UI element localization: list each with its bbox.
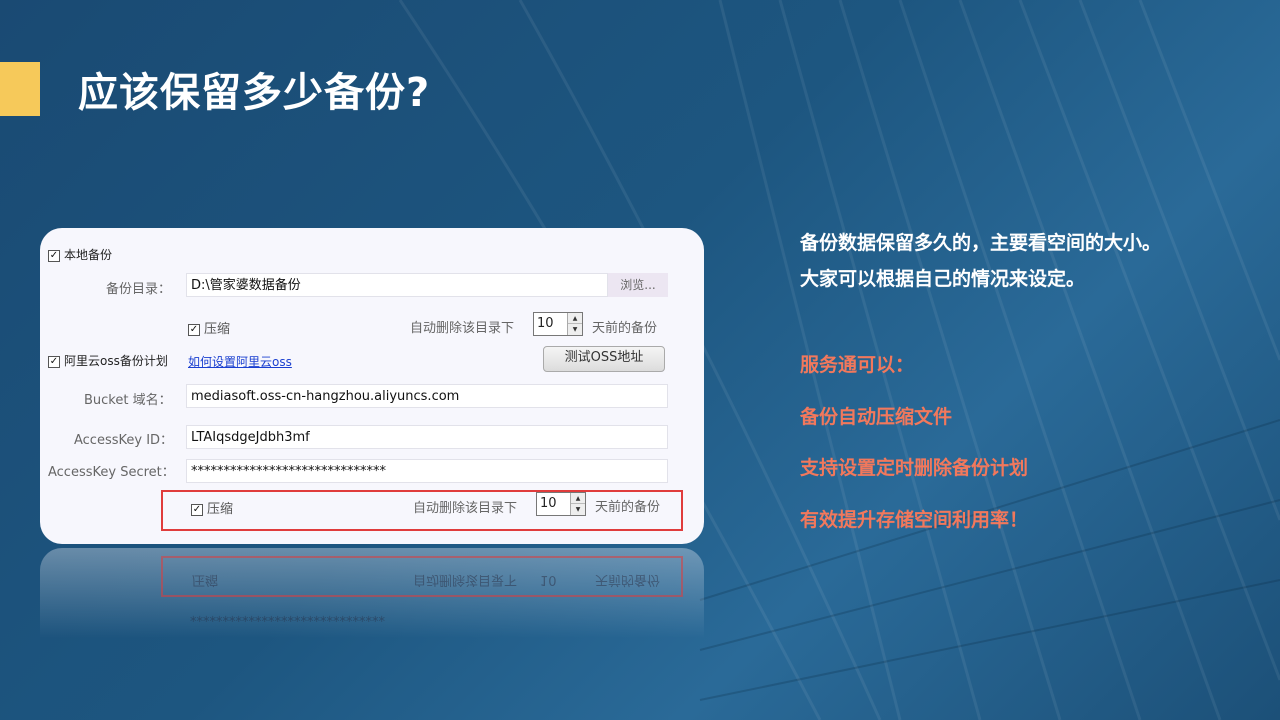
service-point-1: 备份自动压缩文件 (800, 406, 953, 428)
access-key-id-label: AccessKey ID： (74, 433, 174, 448)
side-line-1: 备份数据保留多久的，主要看空间的大小。 (800, 232, 1162, 254)
local-backup-label: 本地备份 (64, 248, 113, 262)
test-oss-button[interactable]: 测试OSS地址 (543, 346, 665, 372)
bucket-label: Bucket 域名： (84, 393, 172, 408)
title-accent-bar (0, 62, 40, 116)
oss-compress-checkbox[interactable]: ✓ (191, 503, 203, 516)
oss-stepper-up-icon[interactable]: ▲ (571, 493, 585, 504)
oss-auto-delete-days-stepper[interactable]: 10 ▲ ▼ (536, 492, 586, 516)
local-backup-option[interactable]: ✓ 本地备份 (48, 246, 112, 263)
auto-delete-prefix: 自动删除该目录下 (410, 321, 515, 336)
access-key-id-input[interactable]: LTAIqsdgeJdbh3mf (186, 425, 668, 449)
auto-delete-suffix: 天前的备份 (592, 321, 658, 336)
reflection-auto-delete-text: 自动删除该目录下 (413, 572, 518, 587)
service-point-3: 有效提升存储空间利用率！ (800, 509, 1029, 531)
side-line-2: 大家可以根据自己的情况来设定。 (800, 268, 1086, 290)
stepper-down-icon[interactable]: ▼ (568, 324, 582, 335)
auto-delete-days-stepper[interactable]: 10 ▲ ▼ (533, 312, 583, 336)
oss-howto-link-text[interactable]: 如何设置阿里云oss (188, 355, 292, 369)
local-compress-option[interactable]: ✓ 压缩 (188, 318, 230, 337)
local-backup-checkbox[interactable]: ✓ (48, 249, 60, 262)
access-key-secret-label: AccessKey Secret： (48, 465, 175, 480)
reflection-compress-text: 压缩 (192, 572, 219, 587)
oss-auto-delete-prefix: 自动删除该目录下 (413, 501, 518, 516)
bucket-input[interactable]: mediasoft.oss-cn-hangzhou.aliyuncs.com (186, 384, 668, 408)
oss-compress-option[interactable]: ✓ 压缩 (191, 498, 233, 517)
oss-auto-delete-days-value: 10 (540, 496, 557, 511)
backup-dir-label: 备份目录： (106, 282, 172, 297)
panel-reflection: 压缩 自动删除该目录下 10 天前的备份 *******************… (40, 548, 704, 638)
oss-plan-option[interactable]: ✓ 阿里云oss备份计划 (48, 352, 168, 369)
service-heading: 服务通可以： (800, 354, 915, 376)
oss-auto-delete-suffix: 天前的备份 (595, 500, 661, 515)
backup-settings-panel: ✓ 本地备份 备份目录： D:\管家婆数据备份 浏览... ✓ 压缩 自动删除该目录… (40, 228, 704, 544)
reflection-secret-text: ****************************** (190, 608, 385, 623)
local-compress-checkbox[interactable]: ✓ (188, 323, 200, 336)
reflection-suffix-text: 天前的备份 (595, 572, 661, 587)
reflection-days-text: 10 (540, 572, 557, 587)
oss-plan-label: 阿里云oss备份计划 (64, 354, 168, 368)
oss-stepper-down-icon[interactable]: ▼ (571, 504, 585, 515)
access-key-secret-input[interactable]: ****************************** (186, 459, 668, 483)
local-compress-label: 压缩 (204, 322, 231, 337)
backup-dir-input[interactable]: D:\管家婆数据备份 (186, 273, 608, 297)
slide-title: 应该保留多少备份? (78, 70, 431, 116)
oss-howto-link[interactable]: 如何设置阿里云oss (188, 353, 292, 370)
oss-compress-label: 压缩 (207, 502, 234, 517)
auto-delete-days-value: 10 (537, 316, 554, 331)
service-point-2: 支持设置定时删除备份计划 (800, 457, 1029, 479)
oss-plan-checkbox[interactable]: ✓ (48, 355, 60, 368)
stepper-up-icon[interactable]: ▲ (568, 313, 582, 324)
browse-button[interactable]: 浏览... (608, 273, 668, 297)
